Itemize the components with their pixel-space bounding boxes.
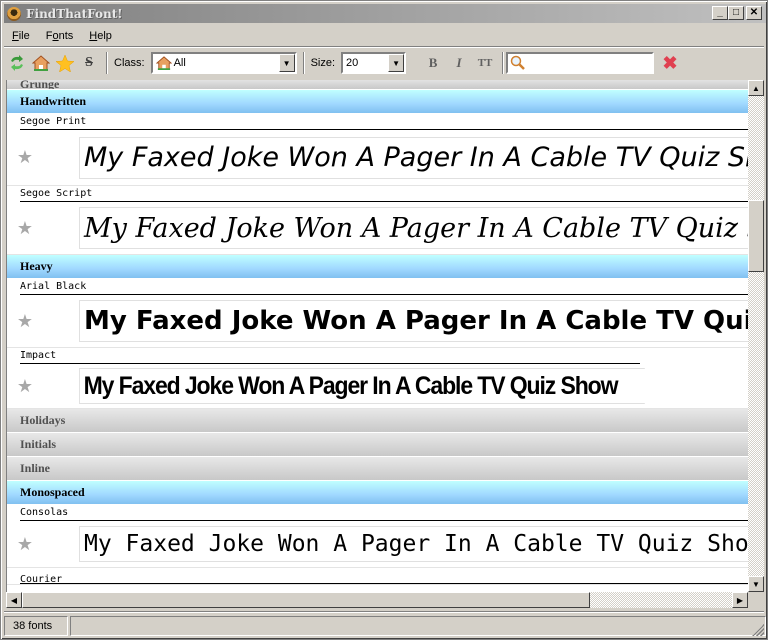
category-header-inline[interactable]: Inline [7, 457, 748, 481]
toolbar-separator [502, 52, 505, 74]
status-panel [70, 616, 766, 636]
favorite-star-icon[interactable]: ★ [7, 218, 79, 239]
scroll-left-button[interactable]: ◀ [6, 592, 22, 608]
font-entry[interactable]: Impact ★ My Faxed Joke Won A Pager In A … [7, 348, 748, 409]
title-bar[interactable]: FindThatFont! _ □ ✕ [4, 4, 766, 23]
class-value: All [173, 57, 186, 69]
search-icon [510, 55, 525, 70]
refresh-button[interactable] [6, 52, 28, 74]
arrow-up-icon: ▲ [752, 83, 760, 93]
strikethrough-button[interactable]: S [78, 52, 100, 74]
size-label: Size: [310, 57, 336, 69]
bold-button[interactable]: B [420, 52, 446, 74]
scroll-up-button[interactable]: ▲ [748, 80, 764, 96]
chevron-down-icon[interactable]: ▼ [388, 54, 405, 72]
minimize-button[interactable]: _ [712, 6, 728, 20]
font-sample: My Faxed Joke Won A Pager In A Cable TV … [79, 136, 748, 179]
clear-icon: ✖ [662, 52, 678, 73]
font-sample: My Faxed Joke Won A Pager In A Cable TV … [79, 526, 748, 562]
class-dropdown[interactable]: All ▼ [150, 52, 297, 74]
font-name: Consolas [7, 505, 748, 521]
font-sample: My Faxed Joke Won A Pager In A Cable TV … [79, 207, 748, 249]
app-logo-icon [7, 6, 21, 21]
menu-fonts[interactable]: Fonts [38, 30, 82, 42]
arrow-right-icon: ▶ [736, 595, 744, 605]
size-value: 20 [346, 57, 359, 69]
font-count: 38 fonts [4, 616, 68, 636]
favorite-star-icon[interactable]: ★ [7, 376, 79, 397]
category-header-handwritten[interactable]: Handwritten [7, 90, 748, 114]
home-button[interactable] [30, 52, 52, 74]
category-header-grunge[interactable]: Grunge [7, 80, 748, 90]
font-sample: My Faxed Joke Won A Pager In A Cable TV … [79, 300, 748, 342]
toolbar-separator [106, 52, 108, 74]
horizontal-scroll-thumb[interactable] [22, 592, 590, 608]
menu-bar: File Fonts Help [4, 26, 120, 46]
menu-help[interactable]: Help [81, 30, 120, 42]
favorites-button[interactable] [54, 52, 76, 74]
font-entry[interactable]: Segoe Print ★ My Faxed Joke Won A Pager … [7, 114, 748, 186]
font-name: Courier [7, 568, 748, 585]
vertical-scrollbar[interactable]: ▲ ▼ [748, 80, 764, 592]
resize-grip-icon[interactable] [752, 624, 764, 636]
app-window: FindThatFont! _ □ ✕ File Fonts Help S Cl… [0, 0, 768, 640]
toolbar: S Class: All ▼ Size: 20 ▼ B I TT ✖ [4, 49, 764, 77]
toolbar-separator [302, 52, 305, 74]
horizontal-scrollbar[interactable]: ◀ ▶ [6, 592, 748, 608]
category-header-monospaced[interactable]: Monospaced [7, 481, 748, 505]
category-header-initials[interactable]: Initials [7, 433, 748, 457]
window-title: FindThatFont! [26, 6, 123, 21]
size-dropdown[interactable]: 20 ▼ [341, 52, 407, 74]
font-entry[interactable]: Consolas ★ My Faxed Joke Won A Pager In … [7, 505, 748, 568]
font-name: Impact [7, 348, 748, 364]
font-name: Segoe Script [7, 186, 748, 202]
scroll-right-button[interactable]: ▶ [732, 592, 748, 608]
strikethrough-icon: S [85, 55, 93, 70]
close-button[interactable]: ✕ [746, 6, 762, 20]
chevron-down-icon[interactable]: ▼ [278, 54, 295, 72]
clear-search-button[interactable]: ✖ [658, 52, 682, 74]
refresh-icon [11, 55, 23, 71]
font-entry[interactable]: Segoe Script ★ My Faxed Joke Won A Pager… [7, 186, 748, 255]
small-caps-button[interactable]: TT [472, 52, 498, 74]
close-icon: ✕ [749, 7, 759, 18]
font-entry[interactable]: Courier [7, 568, 748, 585]
font-list: Grunge Handwritten Segoe Print ★ My Faxe… [6, 80, 748, 592]
search-input[interactable] [506, 52, 655, 74]
minimize-icon: _ [717, 7, 723, 18]
home-icon [32, 55, 50, 71]
arrow-down-icon: ▼ [752, 579, 760, 589]
status-bar: 38 fonts [4, 616, 766, 638]
favorite-star-icon[interactable]: ★ [7, 534, 79, 555]
arrow-left-icon: ◀ [10, 595, 18, 605]
scroll-down-button[interactable]: ▼ [748, 576, 764, 592]
maximize-button[interactable]: □ [728, 6, 744, 20]
font-name: Segoe Print [7, 114, 748, 130]
favorite-star-icon[interactable]: ★ [7, 311, 79, 332]
home-icon [155, 56, 172, 70]
menu-file[interactable]: File [4, 30, 38, 42]
category-header-holidays[interactable]: Holidays [7, 409, 748, 433]
favorites-star-icon [56, 54, 74, 72]
font-name: Arial Black [7, 279, 748, 295]
favorite-star-icon[interactable]: ★ [7, 147, 79, 168]
vertical-scroll-thumb[interactable] [748, 200, 764, 272]
category-header-heavy[interactable]: Heavy [7, 255, 748, 279]
italic-button[interactable]: I [446, 52, 472, 74]
menu-divider [4, 46, 764, 48]
class-label: Class: [114, 57, 145, 69]
font-entry[interactable]: Arial Black ★ My Faxed Joke Won A Pager … [7, 279, 748, 348]
maximize-icon: □ [732, 7, 740, 18]
status-divider [4, 611, 764, 613]
font-sample: My Faxed Joke Won A Pager In A Cable TV … [79, 368, 645, 404]
